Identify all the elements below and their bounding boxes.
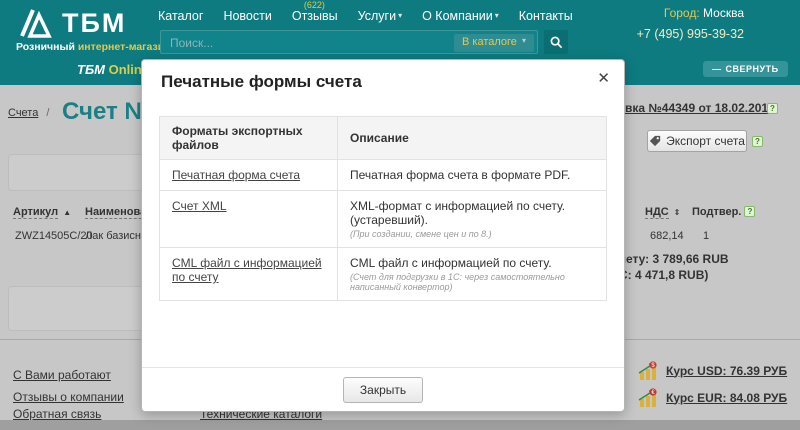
total-amount: чету: 3 789,66 RUB bbox=[619, 252, 729, 266]
nav-contacts-label: Контакты bbox=[519, 9, 573, 23]
column-article-label: Артикул bbox=[13, 206, 58, 219]
online-brand: ТБМ Online bbox=[77, 62, 149, 77]
chevron-down-icon: ▾ bbox=[398, 11, 402, 20]
nav-news[interactable]: Новости bbox=[223, 9, 271, 23]
header-description: Описание bbox=[338, 117, 607, 160]
row-vat: 682,14 bbox=[650, 230, 684, 242]
main-nav: Каталог Новости (622) Отзывы Услуги▾ О К… bbox=[158, 9, 573, 23]
screen: ТБМ Розничный интернет-магазин Каталог Н… bbox=[0, 0, 800, 430]
online-brand-name: ТБМ bbox=[77, 62, 105, 77]
column-vat-label: НДС bbox=[645, 206, 669, 219]
tag-icon bbox=[649, 135, 661, 147]
footer-link-feedback[interactable]: Обратная связь bbox=[13, 407, 101, 421]
row-confirm: 1 bbox=[703, 230, 709, 242]
nav-reviews-label: Отзывы bbox=[292, 9, 338, 23]
city-value: Москва bbox=[703, 6, 744, 20]
city-label: Город: bbox=[664, 6, 700, 20]
pdf-form-description: Печатная форма счета в формате PDF. bbox=[350, 168, 570, 182]
nav-services-label: Услуги bbox=[358, 9, 396, 23]
city-selector[interactable]: Город: Москва bbox=[637, 6, 744, 20]
nav-news-label: Новости bbox=[223, 9, 271, 23]
column-vat[interactable]: НДС ⇕ bbox=[645, 206, 681, 218]
print-forms-modal: Печатные формы счета ✕ Форматы экспортны… bbox=[141, 59, 625, 412]
sort-asc-icon: ▲ bbox=[63, 208, 71, 217]
logo[interactable]: ТБМ bbox=[16, 7, 126, 39]
bottom-bar bbox=[0, 420, 800, 430]
logo-subtitle-1: Розничный bbox=[16, 41, 75, 53]
column-confirm[interactable]: Подтвер. ? bbox=[692, 206, 755, 218]
eur-rate: € Курс EUR: 84.08 РУБ bbox=[638, 388, 787, 407]
breadcrumb-separator: / bbox=[46, 107, 49, 119]
nav-catalog[interactable]: Каталог bbox=[158, 9, 203, 23]
close-button[interactable]: Закрыть bbox=[343, 377, 423, 403]
footer-link-team[interactable]: С Вами работают bbox=[13, 368, 111, 382]
total-with-vat: С: 4 471,8 RUB) bbox=[619, 268, 708, 282]
usd-rate: $ Курс USD: 76.39 РУБ bbox=[638, 361, 787, 380]
close-icon[interactable]: ✕ bbox=[597, 69, 610, 87]
eur-chart-icon: € bbox=[638, 388, 658, 407]
nav-reviews[interactable]: (622) Отзывы bbox=[292, 9, 338, 23]
logo-subtitle: Розничный интернет-магазин bbox=[16, 41, 171, 53]
export-invoice-label: Экспорт счета bbox=[666, 134, 745, 148]
minimize-icon: — bbox=[712, 64, 722, 74]
breadcrumb: Счета / bbox=[8, 107, 54, 119]
nav-catalog-label: Каталог bbox=[158, 9, 203, 23]
table-header-row: Форматы экспортных файлов Описание bbox=[160, 117, 607, 160]
nav-about[interactable]: О Компании▾ bbox=[422, 9, 499, 23]
sort-both-icon: ⇕ bbox=[674, 208, 681, 217]
help-icon[interactable]: ? bbox=[767, 103, 778, 114]
cml-form-link[interactable]: CML файл с информацией по счету bbox=[172, 256, 322, 284]
pdf-form-link[interactable]: Печатная форма счета bbox=[172, 168, 300, 182]
logo-title: ТБМ bbox=[62, 8, 126, 39]
cml-form-note: (Счет для подгрузки в 1С: через самостоя… bbox=[350, 272, 594, 292]
phone-number: +7 (495) 995-39-32 bbox=[637, 27, 744, 41]
tbm-logo-icon bbox=[16, 7, 56, 39]
header-format: Форматы экспортных файлов bbox=[160, 117, 338, 160]
help-icon[interactable]: ? bbox=[744, 206, 755, 217]
eur-rate-link[interactable]: Курс EUR: 84.08 РУБ bbox=[666, 391, 787, 405]
usd-chart-icon: $ bbox=[638, 361, 658, 380]
table-row: CML файл с информацией по счету CML файл… bbox=[160, 248, 607, 301]
collapse-button-label: СВЕРНУТЬ bbox=[726, 64, 779, 74]
xml-form-description: XML-формат с информацией по счету. (уста… bbox=[350, 199, 565, 227]
search-icon bbox=[550, 36, 563, 49]
nav-services[interactable]: Услуги▾ bbox=[358, 9, 402, 23]
search-bar: Поиск... В каталоге ▾ bbox=[160, 30, 568, 54]
table-row: Печатная форма счета Печатная форма счет… bbox=[160, 160, 607, 191]
xml-form-link[interactable]: Счет XML bbox=[172, 199, 227, 213]
chevron-down-icon: ▾ bbox=[522, 36, 526, 45]
nav-contacts[interactable]: Контакты bbox=[519, 9, 573, 23]
modal-title: Печатные формы счета bbox=[161, 72, 362, 92]
header-contact-block: Город: Москва +7 (495) 995-39-32 bbox=[637, 6, 744, 41]
search-scope-label: В каталоге bbox=[462, 36, 517, 48]
search-placeholder: Поиск... bbox=[170, 36, 213, 50]
request-link[interactable]: явка №44349 от 18.02.2016 bbox=[618, 101, 775, 115]
search-button[interactable] bbox=[544, 30, 568, 54]
breadcrumb-invoices-link[interactable]: Счета bbox=[8, 107, 38, 119]
cml-form-description: CML файл с информацией по счету. bbox=[350, 256, 552, 270]
modal-footer: Закрыть bbox=[142, 367, 624, 411]
xml-form-note: (При создании, смене цен и по 8.) bbox=[350, 229, 594, 239]
nav-about-label: О Компании bbox=[422, 9, 493, 23]
export-formats-table: Форматы экспортных файлов Описание Печат… bbox=[159, 116, 607, 301]
logo-subtitle-2: интернет-магазин bbox=[78, 41, 171, 53]
help-icon[interactable]: ? bbox=[752, 136, 763, 147]
chevron-down-icon: ▾ bbox=[495, 11, 499, 20]
footer-link-company-reviews[interactable]: Отзывы о компании bbox=[13, 390, 124, 404]
search-scope-dropdown[interactable]: В каталоге ▾ bbox=[454, 34, 534, 52]
search-input[interactable]: Поиск... В каталоге ▾ bbox=[160, 30, 538, 54]
column-confirm-label: Подтвер. bbox=[692, 206, 741, 218]
column-article[interactable]: Артикул ▲ bbox=[13, 206, 71, 218]
usd-rate-link[interactable]: Курс USD: 76.39 РУБ bbox=[666, 364, 787, 378]
export-invoice-button[interactable]: Экспорт счета bbox=[647, 130, 747, 152]
row-article: ZWZ14505C/20 bbox=[15, 230, 93, 242]
table-row: Счет XML XML-формат с информацией по сче… bbox=[160, 191, 607, 248]
reviews-count-badge: (622) bbox=[304, 0, 325, 10]
collapse-button[interactable]: — СВЕРНУТЬ bbox=[703, 61, 788, 77]
